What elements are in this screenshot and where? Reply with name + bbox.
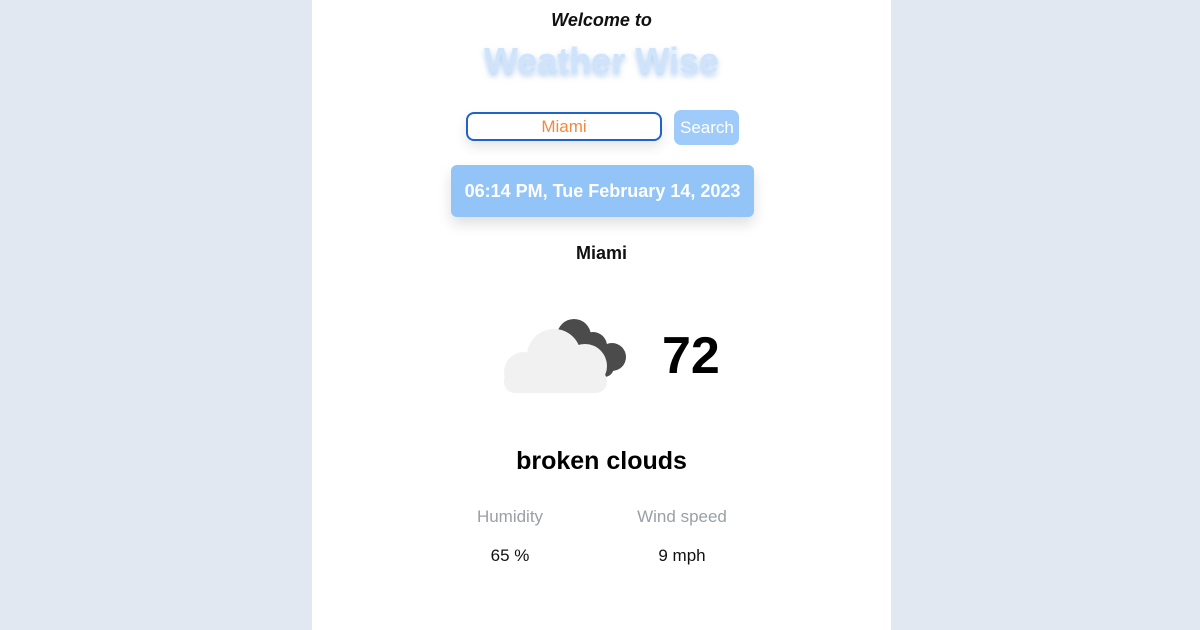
- city-name: Miami: [575, 243, 627, 263]
- temperature-value: 72: [662, 327, 720, 385]
- broken-clouds-icon: [504, 319, 626, 393]
- weather-card: Welcome to Weather Wise Search 06:14 PM,…: [312, 0, 891, 630]
- datetime-display: 06:14 PM, Tue February 14, 2023: [451, 165, 754, 217]
- wind-speed-label: Wind speed: [637, 507, 727, 526]
- humidity-label: Humidity: [476, 507, 544, 526]
- app-title: Weather Wise: [483, 40, 720, 81]
- weather-description: broken clouds: [516, 447, 687, 475]
- city-search-input[interactable]: [466, 112, 662, 141]
- search-button[interactable]: Search: [674, 110, 739, 145]
- welcome-text: Welcome to: [551, 10, 652, 30]
- humidity-value: 65 %: [490, 546, 530, 565]
- wind-speed-value: 9 mph: [658, 546, 706, 565]
